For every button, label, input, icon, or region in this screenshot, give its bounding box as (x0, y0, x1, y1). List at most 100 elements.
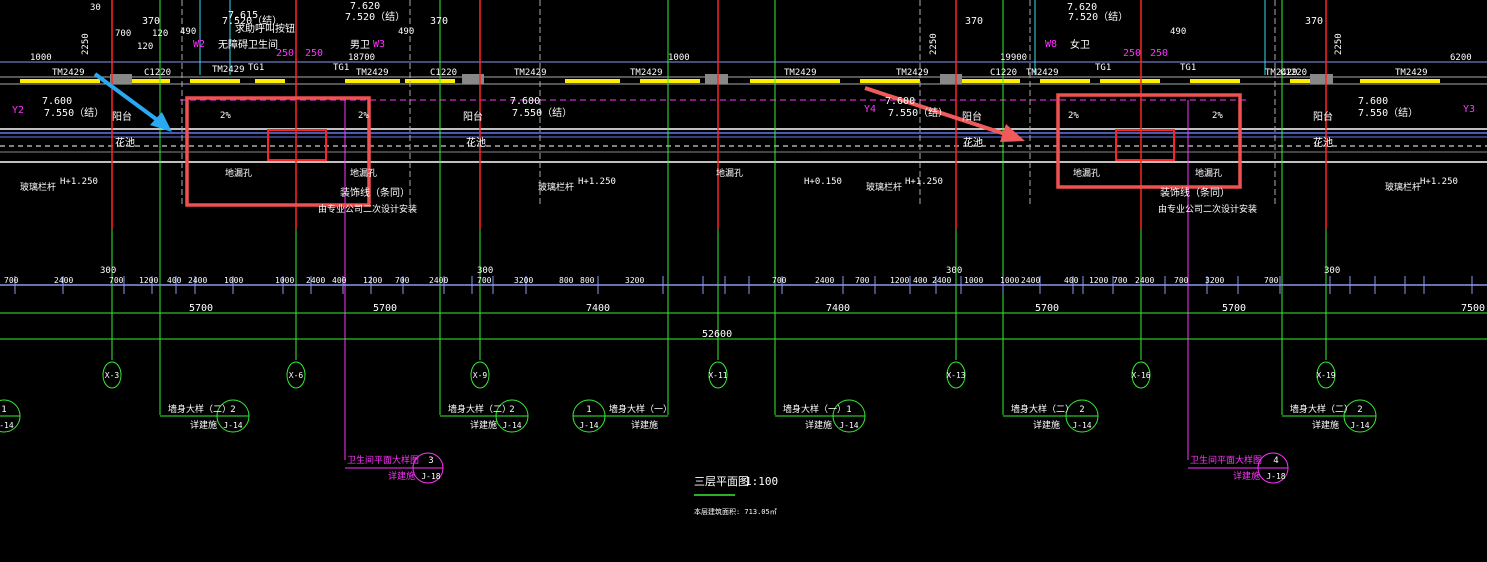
elev-text: 7.520（结） (1068, 10, 1128, 23)
detail-note: 详建施 (190, 419, 217, 431)
dim-text: 490 (1170, 27, 1186, 37)
segment-dimension: 2400 (306, 276, 325, 285)
detail-label: 墙身大样（二） (448, 403, 511, 415)
bay-dimension: 7500 (1461, 303, 1485, 314)
door-label: TM2429 (1026, 68, 1059, 78)
detail-sheet: J-14 (839, 421, 858, 430)
height-label: H+1.250 (578, 177, 616, 187)
axis-label: X-13 (946, 371, 965, 380)
decor-line-label: 装饰线（条同） (340, 186, 410, 199)
planter-label: 花池 (115, 136, 135, 149)
tag-w3: W3 (373, 39, 385, 50)
tg-label: TG1 (248, 63, 264, 73)
drawing-scale: 1:100 (745, 475, 778, 488)
detail-note: 详建施 (805, 419, 832, 431)
segment-dimension: 700 (477, 276, 492, 285)
window-label: C1220 (144, 68, 171, 78)
cad-drawing-canvas[interactable]: 7.615 7.520（结） 求助呼叫按钮 无障碍卫生间 男卫 女卫 7.620… (0, 0, 1487, 562)
tag-y3: Y3 (1463, 104, 1475, 115)
help-button-label: 求助呼叫按钮 (235, 22, 295, 35)
balcony-elev: 7.600 (510, 96, 540, 107)
drain-label: 地漏孔 (1073, 167, 1100, 179)
dim-text: 30 (90, 3, 101, 13)
detail-number: 1 (586, 405, 591, 415)
axis-label: X-6 (289, 371, 304, 380)
dim-300: 300 (477, 266, 493, 276)
segment-dimension: 700 (1113, 276, 1128, 285)
tg-label: TG1 (1095, 63, 1111, 73)
balcony-label: 阳台 (112, 110, 132, 123)
segment-dimension: 400 (167, 276, 182, 285)
dim-text: 2250 (81, 33, 91, 55)
segment-dimension: 700 (109, 276, 124, 285)
bay-dimension: 5700 (189, 303, 213, 314)
segment-dimension: 1200 (890, 276, 909, 285)
wc-detail-sheet: J-18 (421, 472, 440, 481)
detail-note: 详建施 (1033, 419, 1060, 431)
drain-label: 地漏孔 (1195, 167, 1222, 179)
axis-label: X-11 (708, 371, 727, 380)
wc-detail-sheet: J-18 (1266, 472, 1285, 481)
segment-dimension: 1000 (224, 276, 243, 285)
detail-note: 详建施 (470, 419, 497, 431)
segment-dimension: 700 (1174, 276, 1189, 285)
detail-number: 2 (230, 405, 235, 415)
segment-dimension: 800 (580, 276, 595, 285)
axis-label: X-19 (1316, 371, 1335, 380)
detail-label: 墙身大样（二） (1011, 403, 1074, 415)
balcony-label: 阳台 (962, 110, 982, 123)
dim-text: 2250 (1334, 33, 1344, 55)
detail-number: 2 (1357, 405, 1362, 415)
railing-label: 玻璃栏杆 (20, 181, 56, 193)
bay-dimension: 7400 (586, 303, 610, 314)
elev-text: 7.620 (350, 1, 380, 12)
window-label: C1220 (990, 68, 1017, 78)
wc-detail-note: 详建施 (388, 470, 415, 482)
planter-label: 花池 (963, 136, 983, 149)
wc-detail-note: 详建施 (1233, 470, 1260, 482)
balcony-elev: 7.550（结） (888, 106, 948, 119)
bay-dimension: 5700 (1222, 303, 1246, 314)
segment-dimension: 3200 (514, 276, 533, 285)
tg-label: TG1 (333, 63, 349, 73)
bay-dimension: 5700 (373, 303, 397, 314)
detail-sheet: J-14 (1350, 421, 1369, 430)
detail-note: 详建施 (1312, 419, 1339, 431)
balcony-label: 阳台 (463, 110, 483, 123)
height-label: H+1.250 (905, 177, 943, 187)
dim-text: 1000 (30, 53, 52, 63)
dim-text: 370 (965, 16, 983, 27)
dim-text: 250 (1123, 48, 1141, 59)
segment-dimension: 700 (772, 276, 787, 285)
room-label-male-wc: 男卫 (350, 39, 370, 51)
segment-dimension: 1200 (139, 276, 158, 285)
wc-detail-label: 卫生间平面大样图 (1190, 454, 1262, 466)
height-label: H+1.250 (60, 177, 98, 187)
segment-dimension: 2400 (1021, 276, 1040, 285)
slope-label: 2% (358, 111, 369, 121)
door-label: TM2429 (514, 68, 547, 78)
segment-dimension: 800 (559, 276, 574, 285)
detail-sheet: J-14 (579, 421, 598, 430)
door-label: TM2429 (52, 68, 85, 78)
drain-label: 地漏孔 (225, 167, 252, 179)
dim-text: 700 (115, 29, 131, 39)
drain-label: 地漏孔 (350, 167, 377, 179)
balcony-elev: 7.600 (885, 96, 915, 107)
dim-text: 370 (430, 16, 448, 27)
tg-label: TG1 (1180, 63, 1196, 73)
drain-label: 地漏孔 (716, 167, 743, 179)
segment-dimension: 2400 (932, 276, 951, 285)
dim-text: 250 (305, 48, 323, 59)
detail-sheet: J-14 (223, 421, 242, 430)
dim-text: 1000 (668, 53, 690, 63)
wc-detail-label: 卫生间平面大样图 (347, 454, 419, 466)
segment-dimension: 1000 (1000, 276, 1019, 285)
tag-w8: W8 (1045, 39, 1057, 50)
segment-dimension: 3200 (1205, 276, 1224, 285)
balcony-elev: 7.550（结） (1358, 106, 1418, 119)
door-label: TM2429 (1395, 68, 1428, 78)
segment-dimension: 700 (395, 276, 410, 285)
dim-text: 6200 (1450, 53, 1472, 63)
segment-dimension: 700 (855, 276, 870, 285)
